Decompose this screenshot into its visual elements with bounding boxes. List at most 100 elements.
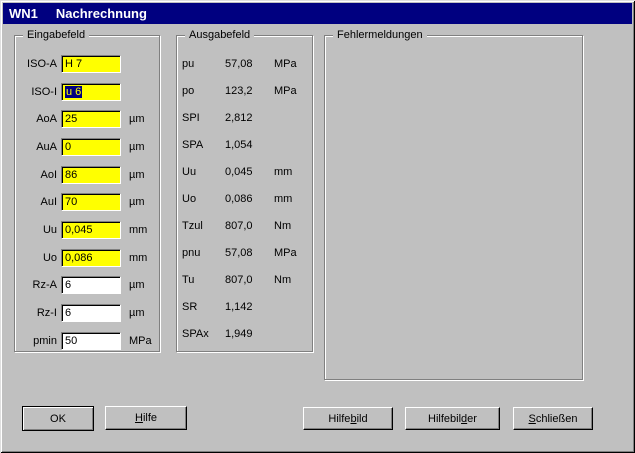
aoi-label: AoI [22,169,57,181]
error-group-legend: Fehlermeldungen [333,29,427,42]
output-groupbox: Ausgabefeld pu57,08MPapo123,2MPaSPI2,812… [176,35,313,352]
help-button-label: ilfe [143,412,157,424]
aoi-unit-label: µm [129,169,145,181]
po-result-unit: MPa [274,85,297,97]
uo-unit-label: mm [129,252,147,264]
help-images-button-label: Hilfebil [428,413,461,425]
aoa-label: AoA [22,113,57,125]
aui-unit-label: µm [129,196,145,208]
iso-i-field[interactable]: u 6 [61,83,121,101]
iso-a-field[interactable]: H 7 [61,55,121,73]
uu-field[interactable]: 0,045 [61,221,121,239]
aui-field-value: 70 [65,196,77,208]
aua-label: AuA [22,141,57,153]
rz-a-field[interactable]: 6 [61,276,121,294]
input-row: Rz-A 6 µm [15,272,159,300]
uo-field-value: 0,086 [65,252,93,264]
aoi-field[interactable]: 86 [61,166,121,184]
rz-i-field[interactable]: 6 [61,304,121,322]
iso-i-field-value: u 6 [65,86,82,98]
rz-a-field-value: 6 [65,279,71,291]
close-button-label: chließen [536,413,578,425]
window-title: Nachrechnung [56,6,147,21]
input-row: ISO-A H 7 [15,50,159,78]
iso-a-label: ISO-A [22,58,57,70]
spa-result-label: SPA [182,139,225,151]
uo-label: Uo [22,252,57,264]
dialog-window: WN1 Nachrechnung Eingabefeld ISO-AH 7ISO… [0,0,635,453]
pu-result-value: 57,08 [225,58,274,70]
tzul-result-unit: Nm [274,220,291,232]
rz-i-field-value: 6 [65,307,71,319]
pnu-result-label: pnu [182,247,225,259]
aui-field[interactable]: 70 [61,193,121,211]
help-images-button[interactable]: Hilfebilder [405,407,500,430]
uu-unit-label: mm [129,224,147,236]
uo-field[interactable]: 0,086 [61,249,121,267]
input-rows: ISO-AH 7ISO-Iu 6AoA25µmAuA0µmAoI86µmAuI7… [15,50,159,355]
aua-field[interactable]: 0 [61,138,121,156]
rz-a-unit-label: µm [129,279,145,291]
help-button[interactable]: Hilfe [105,406,187,430]
uu-field-value: 0,045 [65,224,93,236]
pmin-field-value: 50 [65,335,77,347]
tzul-result-value: 807,0 [225,220,274,232]
aoi-field-value: 86 [65,169,77,181]
help-image-button[interactable]: Hilfebild [303,407,393,430]
uo-result-label: Uo [182,193,225,205]
output-row: SR1,142 [177,293,312,320]
pnu-result-value: 57,08 [225,247,274,259]
uu-result-value: 0,045 [225,166,274,178]
iso-a-field-value: H 7 [65,58,82,70]
rz-i-unit-label: µm [129,307,145,319]
output-group-legend: Ausgabefeld [185,29,254,42]
uu-label: Uu [22,224,57,236]
ok-button-label: OK [50,413,66,425]
spax-result-value: 1,949 [225,328,274,340]
sr-result-value: 1,142 [225,301,274,313]
po-result-value: 123,2 [225,85,274,97]
tzul-result-label: Tzul [182,220,225,232]
pmin-field[interactable]: 50 [61,332,121,350]
output-row: SPA1,054 [177,131,312,158]
input-row: Uu 0,045 mm [15,216,159,244]
spi-result-label: SPI [182,112,225,124]
output-row: Uu0,045mm [177,158,312,185]
output-row: po123,2MPa [177,77,312,104]
output-row: Tu807,0Nm [177,266,312,293]
tu-result-label: Tu [182,274,225,286]
spi-result-value: 2,812 [225,112,274,124]
output-row: pnu57,08MPa [177,239,312,266]
po-result-label: po [182,85,225,97]
uo-result-unit: mm [274,193,292,205]
output-row: Uo0,086mm [177,185,312,212]
aoa-field-value: 25 [65,113,77,125]
error-messages-groupbox: Fehlermeldungen [324,35,583,380]
output-row: pu57,08MPa [177,50,312,77]
input-row: AuI70µm [15,188,159,216]
input-row: AuA0µm [15,133,159,161]
rz-a-label: Rz-A [22,279,57,291]
ok-button[interactable]: OK [22,406,94,431]
sr-result-label: SR [182,301,225,313]
rz-i-label: Rz-I [22,307,57,319]
pnu-result-unit: MPa [274,247,297,259]
close-button[interactable]: Schließen [513,407,593,430]
titlebar: WN1 Nachrechnung [3,3,632,24]
tu-result-unit: Nm [274,274,291,286]
output-row: SPI2,812 [177,104,312,131]
input-row: pmin50MPa [15,327,159,355]
iso-i-label: ISO-I [22,86,57,98]
spax-result-label: SPAx [182,328,225,340]
input-group-legend: Eingabefeld [23,29,89,42]
pmin-label: pmin [22,335,57,347]
aoa-field[interactable]: 25 [61,110,121,128]
pu-result-label: pu [182,58,225,70]
aoa-unit-label: µm [129,113,145,125]
window-title-app: WN1 [9,6,38,21]
input-row: Rz-I 6 µm [15,299,159,327]
input-row: ISO-I u 6 [15,78,159,106]
uo-result-value: 0,086 [225,193,274,205]
uu-result-label: Uu [182,166,225,178]
spa-result-value: 1,054 [225,139,274,151]
